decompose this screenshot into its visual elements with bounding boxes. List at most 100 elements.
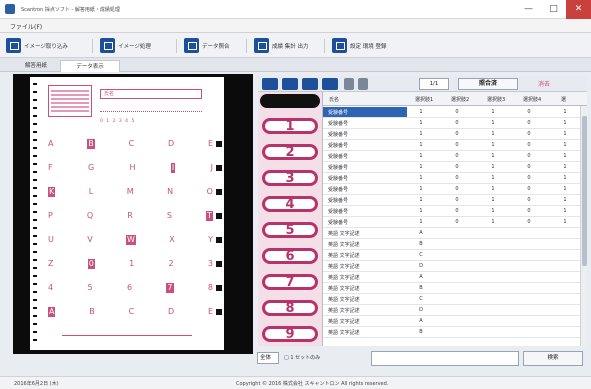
last-record-button[interactable] [322, 78, 338, 90]
question-number[interactable]: 3 [262, 170, 318, 186]
search-input[interactable] [371, 351, 519, 366]
image-process-button[interactable]: イメージ処理 [100, 36, 151, 55]
value-cell[interactable]: 1 [411, 153, 431, 159]
value-cell[interactable]: 0 [519, 109, 539, 115]
value-cell[interactable]: 1 [411, 142, 431, 148]
table-row[interactable]: 英語 文字記述 C [323, 250, 587, 261]
value-cell[interactable]: D [411, 307, 431, 313]
table-row[interactable]: 英語 文字記述 D [323, 261, 587, 272]
tab-answer-sheet[interactable]: 解答用紙 [14, 60, 58, 72]
tab-data-view[interactable]: データ表示 [60, 60, 120, 72]
table-row[interactable]: 受験番号 1 0 1 0 1 [323, 173, 587, 184]
value-cell[interactable]: A [411, 318, 431, 324]
row-name-cell[interactable]: 英語 文字記述 [328, 285, 360, 292]
value-cell[interactable]: 0 [519, 208, 539, 214]
grid-header-col5[interactable]: 選 [561, 96, 566, 103]
value-cell[interactable]: B [411, 241, 431, 247]
question-number[interactable]: 5 [262, 222, 318, 238]
table-row[interactable]: 受験番号 1 0 1 0 1 [323, 206, 587, 217]
value-cell[interactable]: 1 [555, 175, 575, 181]
value-cell[interactable]: 1 [555, 186, 575, 192]
grid-scroll-thumb[interactable] [582, 116, 587, 266]
row-name-cell[interactable]: 英語 文字記述 [328, 307, 360, 314]
value-cell[interactable]: 0 [447, 175, 467, 181]
row-name-cell[interactable]: 受験番号 [328, 175, 348, 182]
value-cell[interactable]: 1 [411, 208, 431, 214]
table-row[interactable]: 英語 文字記述 A [323, 228, 587, 239]
minimize-button[interactable]: — [516, 0, 541, 19]
value-cell[interactable]: 0 [519, 164, 539, 170]
value-cell[interactable]: 1 [483, 142, 503, 148]
value-cell[interactable]: B [411, 329, 431, 335]
value-cell[interactable]: 0 [519, 219, 539, 225]
value-cell[interactable]: 1 [411, 186, 431, 192]
row-name-cell[interactable]: 英語 文字記述 [328, 241, 360, 248]
value-cell[interactable]: 0 [447, 197, 467, 203]
row-name-cell[interactable]: 受験番号 [328, 219, 348, 226]
question-number[interactable]: 9 [262, 326, 318, 342]
value-cell[interactable]: C [411, 296, 431, 302]
maximize-button[interactable]: □ [541, 0, 566, 19]
row-name-cell[interactable]: 受験番号 [328, 186, 348, 193]
value-cell[interactable]: 1 [483, 175, 503, 181]
value-cell[interactable]: C [411, 252, 431, 258]
value-cell[interactable]: 1 [483, 208, 503, 214]
value-cell[interactable]: 1 [411, 120, 431, 126]
data-grid[interactable]: 氏名 選択肢1 選択肢2 選択肢3 選択肢4 選 受験番号 1 0 1 0 1 受験番号 1 0… [322, 92, 587, 346]
row-name-cell[interactable]: 英語 文字記述 [328, 329, 360, 336]
value-cell[interactable]: 1 [555, 109, 575, 115]
row-name-cell[interactable]: 受験番号 [328, 208, 348, 215]
value-cell[interactable]: 0 [519, 153, 539, 159]
set-only-checkbox[interactable]: □ 1 セットのみ [284, 354, 320, 361]
next-record-button[interactable] [302, 78, 318, 90]
grid-header-col2[interactable]: 選択肢2 [451, 96, 469, 103]
table-row[interactable]: 英語 文字記述 D [323, 305, 587, 316]
value-cell[interactable]: 0 [447, 219, 467, 225]
value-cell[interactable]: 0 [447, 131, 467, 137]
image-import-button[interactable]: イメージ取り込み [6, 36, 68, 55]
value-cell[interactable]: A [411, 274, 431, 280]
row-name-cell[interactable]: 英語 文字記述 [328, 274, 360, 281]
answer-sheet-viewer[interactable]: 氏名 0 1 2 3 4 5 A B C D E F G H I J K L M N O P Q R S T U V W X Y… [13, 74, 253, 354]
grid-header-col1[interactable]: 選択肢1 [415, 96, 433, 103]
question-number[interactable]: 1 [262, 118, 318, 134]
value-cell[interactable]: 1 [555, 208, 575, 214]
row-name-cell[interactable]: 英語 文字記述 [328, 318, 360, 325]
row-name-cell[interactable]: 英語 文字記述 [328, 296, 360, 303]
table-row[interactable]: 受験番号 1 0 1 0 1 [323, 162, 587, 173]
value-cell[interactable]: 0 [447, 153, 467, 159]
mode-selector[interactable]: 照合済 [458, 78, 518, 90]
grid-header-name[interactable]: 氏名 [329, 96, 339, 103]
value-cell[interactable]: 0 [519, 142, 539, 148]
value-cell[interactable]: 1 [483, 131, 503, 137]
zoom-out-button[interactable] [344, 78, 354, 90]
question-number[interactable]: 6 [262, 248, 318, 264]
value-cell[interactable]: 1 [483, 109, 503, 115]
value-cell[interactable]: 1 [411, 175, 431, 181]
question-number[interactable]: 4 [262, 196, 318, 212]
table-row[interactable]: 英語 文字記述 A [323, 316, 587, 327]
value-cell[interactable]: 0 [519, 131, 539, 137]
row-name-cell[interactable]: 英語 文字記述 [328, 230, 360, 237]
value-cell[interactable]: 0 [519, 120, 539, 126]
value-cell[interactable]: 0 [519, 186, 539, 192]
row-name-cell[interactable]: 受験番号 [328, 120, 348, 127]
table-row[interactable]: 受験番号 1 0 1 0 1 [323, 217, 587, 228]
grid-header-col4[interactable]: 選択肢4 [523, 96, 541, 103]
value-cell[interactable]: 1 [483, 219, 503, 225]
value-cell[interactable]: 0 [447, 142, 467, 148]
value-cell[interactable]: 1 [555, 131, 575, 137]
table-row[interactable]: 受験番号 1 0 1 0 1 [323, 118, 587, 129]
value-cell[interactable]: 0 [447, 109, 467, 115]
value-cell[interactable]: 1 [411, 219, 431, 225]
value-cell[interactable]: 0 [519, 197, 539, 203]
scope-select[interactable]: 全体 [257, 352, 279, 364]
row-name-cell[interactable]: 受験番号 [328, 142, 348, 149]
prev-record-button[interactable] [282, 78, 298, 90]
question-number[interactable]: 7 [262, 274, 318, 290]
value-cell[interactable]: 1 [411, 164, 431, 170]
settings-button[interactable]: 設定 環境 登録 [332, 36, 387, 55]
value-cell[interactable]: 0 [447, 120, 467, 126]
table-row[interactable]: 英語 文字記述 B [323, 239, 587, 250]
value-cell[interactable]: 1 [555, 153, 575, 159]
